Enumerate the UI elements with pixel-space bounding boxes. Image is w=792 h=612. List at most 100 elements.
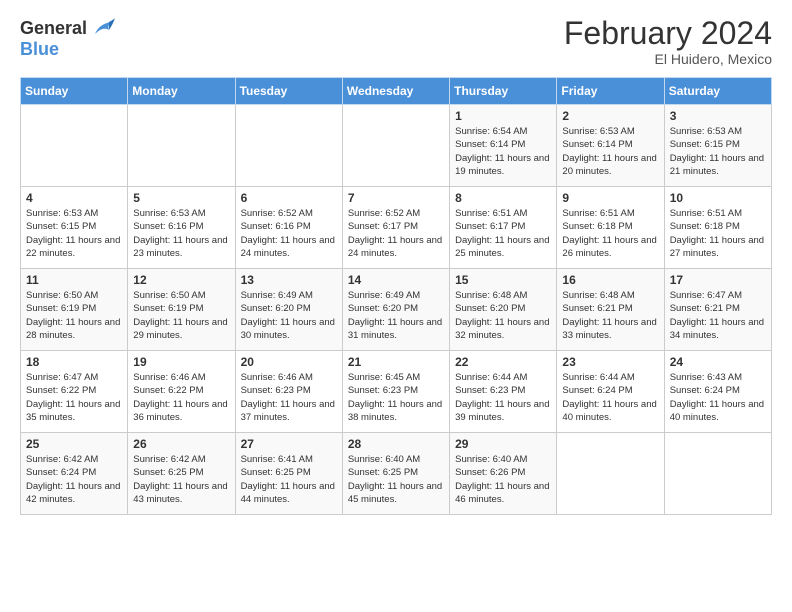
day-number: 13 bbox=[241, 273, 337, 287]
calendar-subtitle: El Huidero, Mexico bbox=[564, 51, 772, 67]
day-number: 4 bbox=[26, 191, 122, 205]
calendar-cell bbox=[128, 105, 235, 187]
calendar-cell: 25 Sunrise: 6:42 AMSunset: 6:24 PMDayligh… bbox=[21, 433, 128, 515]
header: General Blue February 2024 El Huidero, M… bbox=[20, 16, 772, 67]
day-info: Sunrise: 6:51 AMSunset: 6:18 PMDaylight:… bbox=[670, 207, 766, 260]
day-info: Sunrise: 6:51 AMSunset: 6:17 PMDaylight:… bbox=[455, 207, 551, 260]
calendar-cell: 17 Sunrise: 6:47 AMSunset: 6:21 PMDayligh… bbox=[664, 269, 771, 351]
day-info: Sunrise: 6:46 AMSunset: 6:22 PMDaylight:… bbox=[133, 371, 229, 424]
calendar-cell: 27 Sunrise: 6:41 AMSunset: 6:25 PMDayligh… bbox=[235, 433, 342, 515]
day-info: Sunrise: 6:46 AMSunset: 6:23 PMDaylight:… bbox=[241, 371, 337, 424]
calendar-cell: 7 Sunrise: 6:52 AMSunset: 6:17 PMDaylight… bbox=[342, 187, 449, 269]
calendar-cell: 16 Sunrise: 6:48 AMSunset: 6:21 PMDayligh… bbox=[557, 269, 664, 351]
day-number: 8 bbox=[455, 191, 551, 205]
calendar-cell: 22Sunrise: 6:44 AMSunset: 6:23 PMDayligh… bbox=[450, 351, 557, 433]
day-info: Sunrise: 6:43 AMSunset: 6:24 PMDaylight:… bbox=[670, 371, 766, 424]
day-header-friday: Friday bbox=[557, 78, 664, 105]
day-info: Sunrise: 6:52 AMSunset: 6:17 PMDaylight:… bbox=[348, 207, 444, 260]
day-number: 17 bbox=[670, 273, 766, 287]
day-number: 21 bbox=[348, 355, 444, 369]
day-number: 25 bbox=[26, 437, 122, 451]
day-header-thursday: Thursday bbox=[450, 78, 557, 105]
calendar-cell: 8 Sunrise: 6:51 AMSunset: 6:17 PMDaylight… bbox=[450, 187, 557, 269]
day-number: 14 bbox=[348, 273, 444, 287]
logo: General Blue bbox=[20, 16, 117, 60]
day-number: 1 bbox=[455, 109, 551, 123]
day-number: 18 bbox=[26, 355, 122, 369]
day-number: 6 bbox=[241, 191, 337, 205]
calendar-cell bbox=[557, 433, 664, 515]
days-header-row: SundayMondayTuesdayWednesdayThursdayFrid… bbox=[21, 78, 772, 105]
day-info: Sunrise: 6:47 AMSunset: 6:22 PMDaylight:… bbox=[26, 371, 122, 424]
day-info: Sunrise: 6:54 AMSunset: 6:14 PMDaylight:… bbox=[455, 125, 551, 178]
day-info: Sunrise: 6:42 AMSunset: 6:25 PMDaylight:… bbox=[133, 453, 229, 506]
day-info: Sunrise: 6:52 AMSunset: 6:16 PMDaylight:… bbox=[241, 207, 337, 260]
day-number: 27 bbox=[241, 437, 337, 451]
calendar-cell bbox=[21, 105, 128, 187]
day-info: Sunrise: 6:50 AMSunset: 6:19 PMDaylight:… bbox=[26, 289, 122, 342]
day-info: Sunrise: 6:42 AMSunset: 6:24 PMDaylight:… bbox=[26, 453, 122, 506]
calendar-cell: 10 Sunrise: 6:51 AMSunset: 6:18 PMDayligh… bbox=[664, 187, 771, 269]
calendar-cell: 29Sunrise: 6:40 AMSunset: 6:26 PMDayligh… bbox=[450, 433, 557, 515]
day-number: 5 bbox=[133, 191, 229, 205]
logo-blue-text: Blue bbox=[20, 39, 59, 59]
day-info: Sunrise: 6:53 AMSunset: 6:15 PMDaylight:… bbox=[26, 207, 122, 260]
calendar-cell: 1 Sunrise: 6:54 AMSunset: 6:14 PMDaylight… bbox=[450, 105, 557, 187]
calendar-cell: 9 Sunrise: 6:51 AMSunset: 6:18 PMDaylight… bbox=[557, 187, 664, 269]
calendar-cell: 11 Sunrise: 6:50 AMSunset: 6:19 PMDayligh… bbox=[21, 269, 128, 351]
day-info: Sunrise: 6:53 AMSunset: 6:14 PMDaylight:… bbox=[562, 125, 658, 178]
day-header-monday: Monday bbox=[128, 78, 235, 105]
day-info: Sunrise: 6:41 AMSunset: 6:25 PMDaylight:… bbox=[241, 453, 337, 506]
day-number: 9 bbox=[562, 191, 658, 205]
day-info: Sunrise: 6:53 AMSunset: 6:15 PMDaylight:… bbox=[670, 125, 766, 178]
day-number: 3 bbox=[670, 109, 766, 123]
day-header-tuesday: Tuesday bbox=[235, 78, 342, 105]
week-row-1: 4 Sunrise: 6:53 AMSunset: 6:15 PMDaylight… bbox=[21, 187, 772, 269]
day-number: 26 bbox=[133, 437, 229, 451]
day-number: 19 bbox=[133, 355, 229, 369]
day-header-wednesday: Wednesday bbox=[342, 78, 449, 105]
page: General Blue February 2024 El Huidero, M… bbox=[0, 0, 792, 612]
day-info: Sunrise: 6:48 AMSunset: 6:20 PMDaylight:… bbox=[455, 289, 551, 342]
calendar-cell bbox=[664, 433, 771, 515]
calendar-cell: 21 Sunrise: 6:45 AMSunset: 6:23 PMDayligh… bbox=[342, 351, 449, 433]
day-info: Sunrise: 6:44 AMSunset: 6:24 PMDaylight:… bbox=[562, 371, 658, 424]
calendar-cell: 20Sunrise: 6:46 AMSunset: 6:23 PMDayligh… bbox=[235, 351, 342, 433]
calendar-cell: 26 Sunrise: 6:42 AMSunset: 6:25 PMDayligh… bbox=[128, 433, 235, 515]
day-number: 10 bbox=[670, 191, 766, 205]
day-number: 2 bbox=[562, 109, 658, 123]
logo-bird-icon bbox=[89, 16, 117, 40]
calendar-cell: 23Sunrise: 6:44 AMSunset: 6:24 PMDayligh… bbox=[557, 351, 664, 433]
calendar-table: SundayMondayTuesdayWednesdayThursdayFrid… bbox=[20, 77, 772, 515]
calendar-cell: 15 Sunrise: 6:48 AMSunset: 6:20 PMDayligh… bbox=[450, 269, 557, 351]
week-row-0: 1 Sunrise: 6:54 AMSunset: 6:14 PMDaylight… bbox=[21, 105, 772, 187]
calendar-cell: 24Sunrise: 6:43 AMSunset: 6:24 PMDayligh… bbox=[664, 351, 771, 433]
day-info: Sunrise: 6:48 AMSunset: 6:21 PMDaylight:… bbox=[562, 289, 658, 342]
logo-general-text: General bbox=[20, 19, 87, 37]
calendar-cell: 12Sunrise: 6:50 AMSunset: 6:19 PMDayligh… bbox=[128, 269, 235, 351]
day-info: Sunrise: 6:53 AMSunset: 6:16 PMDaylight:… bbox=[133, 207, 229, 260]
day-info: Sunrise: 6:45 AMSunset: 6:23 PMDaylight:… bbox=[348, 371, 444, 424]
calendar-cell: 6 Sunrise: 6:52 AMSunset: 6:16 PMDaylight… bbox=[235, 187, 342, 269]
calendar-cell: 13 Sunrise: 6:49 AMSunset: 6:20 PMDayligh… bbox=[235, 269, 342, 351]
calendar-cell: 3 Sunrise: 6:53 AMSunset: 6:15 PMDaylight… bbox=[664, 105, 771, 187]
calendar-cell: 28Sunrise: 6:40 AMSunset: 6:25 PMDayligh… bbox=[342, 433, 449, 515]
day-number: 28 bbox=[348, 437, 444, 451]
day-header-saturday: Saturday bbox=[664, 78, 771, 105]
calendar-cell bbox=[342, 105, 449, 187]
day-info: Sunrise: 6:47 AMSunset: 6:21 PMDaylight:… bbox=[670, 289, 766, 342]
day-info: Sunrise: 6:49 AMSunset: 6:20 PMDaylight:… bbox=[241, 289, 337, 342]
calendar-cell: 5 Sunrise: 6:53 AMSunset: 6:16 PMDaylight… bbox=[128, 187, 235, 269]
day-number: 16 bbox=[562, 273, 658, 287]
day-header-sunday: Sunday bbox=[21, 78, 128, 105]
day-number: 15 bbox=[455, 273, 551, 287]
day-number: 7 bbox=[348, 191, 444, 205]
day-info: Sunrise: 6:51 AMSunset: 6:18 PMDaylight:… bbox=[562, 207, 658, 260]
calendar-cell: 4 Sunrise: 6:53 AMSunset: 6:15 PMDaylight… bbox=[21, 187, 128, 269]
day-number: 12 bbox=[133, 273, 229, 287]
day-number: 11 bbox=[26, 273, 122, 287]
calendar-cell: 19 Sunrise: 6:46 AMSunset: 6:22 PMDayligh… bbox=[128, 351, 235, 433]
title-block: February 2024 El Huidero, Mexico bbox=[564, 16, 772, 67]
calendar-cell bbox=[235, 105, 342, 187]
calendar-cell: 18 Sunrise: 6:47 AMSunset: 6:22 PMDayligh… bbox=[21, 351, 128, 433]
